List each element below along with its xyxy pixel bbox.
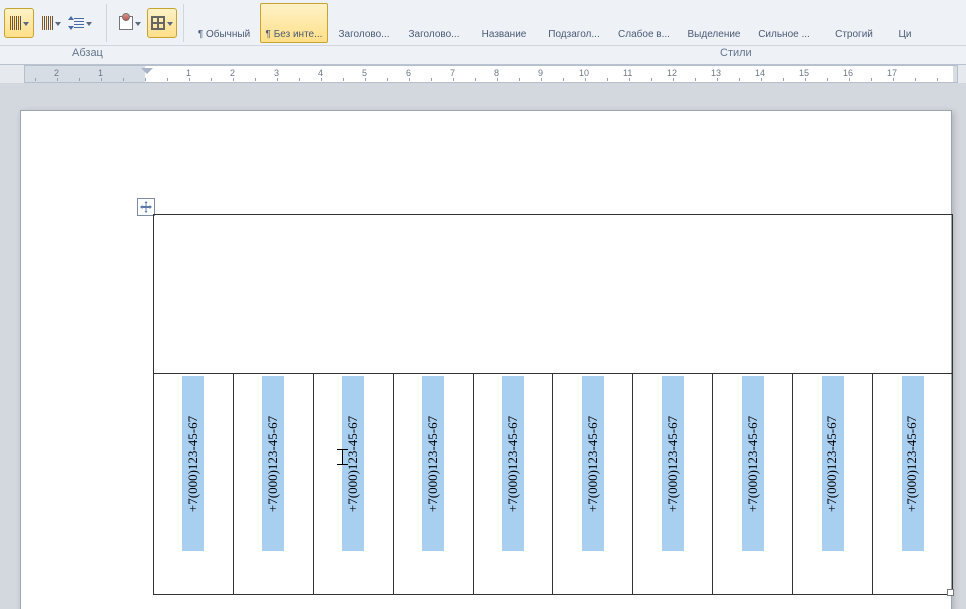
style-quote[interactable]: Ци [890, 3, 920, 43]
ruler-tick: 7 [450, 68, 455, 78]
phone-text: +7(000)123-45-67 [425, 415, 441, 511]
ruler-tick: 8 [494, 68, 499, 78]
phone-highlight[interactable]: +7(000)123-45-67 [422, 376, 444, 551]
ribbon: ¶ Обычный ¶ Без инте... Заголово... Заго… [0, 0, 966, 46]
style-label: Подзагол... [542, 29, 606, 40]
phone-text: +7(000)123-45-67 [585, 415, 601, 511]
ruler-tick: 12 [667, 68, 677, 78]
table-phone-cell[interactable]: +7(000)123-45-67 [233, 374, 313, 595]
phone-highlight[interactable]: +7(000)123-45-67 [182, 376, 204, 551]
style-subtle-emphasis[interactable]: Слабое в... [610, 3, 678, 43]
table-phone-cell[interactable]: +7(000)123-45-67 [633, 374, 713, 595]
phone-highlight[interactable]: +7(000)123-45-67 [822, 376, 844, 551]
ruler-tick: 6 [406, 68, 411, 78]
style-label: Слабое в... [612, 29, 676, 40]
table-phone-cell[interactable]: +7(000)123-45-67 [393, 374, 473, 595]
phone-highlight[interactable]: +7(000)123-45-67 [662, 376, 684, 551]
style-heading-2[interactable]: Заголово... [400, 3, 468, 43]
phone-highlight[interactable]: +7(000)123-45-67 [342, 376, 364, 551]
shading-button[interactable] [4, 8, 34, 38]
ruler-tick: 3 [274, 68, 279, 78]
style-strong[interactable]: Строгий [820, 3, 888, 43]
style-label: Заголово... [402, 29, 466, 40]
ruler-tick: 2 [230, 68, 235, 78]
table-phone-cell[interactable]: +7(000)123-45-67 [473, 374, 553, 595]
table-phone-cell[interactable]: +7(000)123-45-67 [713, 374, 793, 595]
fill-color-button[interactable] [115, 8, 145, 38]
ruler-tick: 2 [54, 68, 59, 78]
table-phone-cell[interactable]: +7(000)123-45-67 [313, 374, 393, 595]
style-label: ¶ Обычный [192, 29, 256, 40]
ruler-tick: 9 [538, 68, 543, 78]
ruler-tick: 11 [623, 68, 632, 78]
table-resize-handle[interactable] [947, 589, 954, 596]
move-icon [140, 201, 152, 213]
document-table[interactable]: +7(000)123-45-67 +7(000)123-45-67 +7(000)1… [153, 214, 953, 595]
style-emphasis[interactable]: Выделение [680, 3, 748, 43]
ruler-tick: 17 [887, 68, 897, 78]
table-phone-cell[interactable]: +7(000)123-45-67 [793, 374, 873, 595]
style-label: Ци [890, 29, 920, 40]
table-phone-cell[interactable]: +7(000)123-45-67 [154, 374, 234, 595]
ruler-tick: 1 [186, 68, 191, 78]
paragraph-group-label: Абзац [72, 47, 103, 59]
document-page[interactable]: +7(000)123-45-67 +7(000)123-45-67 +7(000)1… [20, 110, 952, 609]
style-label: ¶ Без инте... [262, 29, 326, 40]
phone-text: +7(000)123-45-67 [745, 415, 761, 511]
ruler-tick: 15 [799, 68, 809, 78]
style-label: Заголово... [332, 29, 396, 40]
phone-text: +7(000)123-45-67 [345, 415, 361, 511]
ruler-corner [0, 65, 24, 83]
phone-text: +7(000)123-45-67 [265, 415, 281, 511]
phone-highlight[interactable]: +7(000)123-45-67 [262, 376, 284, 551]
phone-text: +7(000)123-45-67 [665, 415, 681, 511]
table-phone-row[interactable]: +7(000)123-45-67 +7(000)123-45-67 +7(000)1… [154, 374, 953, 595]
ruler-row: 121234567891011121314151617 [0, 65, 966, 83]
style-heading-1[interactable]: Заголово... [330, 3, 398, 43]
shading-alt-button[interactable] [36, 8, 66, 38]
style-subtitle[interactable]: Подзагол... [540, 3, 608, 43]
group-separator [183, 4, 184, 42]
paragraph-group [0, 4, 177, 42]
styles-group-label: Стили [720, 47, 752, 59]
phone-highlight[interactable]: +7(000)123-45-67 [582, 376, 604, 551]
phone-highlight[interactable]: +7(000)123-45-67 [902, 376, 924, 551]
ruler-ticks: 121234567891011121314151617 [25, 66, 957, 82]
ruler-tick: 16 [843, 68, 853, 78]
ruler-tick: 14 [755, 68, 765, 78]
borders-button[interactable] [147, 8, 177, 38]
horizontal-ruler[interactable]: 121234567891011121314151617 [24, 65, 958, 83]
phone-text: +7(000)123-45-67 [185, 415, 201, 511]
style-label: Строгий [822, 29, 886, 40]
separator [106, 4, 107, 42]
document-viewport: +7(000)123-45-67 +7(000)123-45-67 +7(000)1… [0, 83, 966, 609]
ruler-tick: 10 [579, 68, 589, 78]
ruler-tick: 13 [711, 68, 721, 78]
style-no-spacing[interactable]: ¶ Без инте... [260, 3, 328, 43]
table-phone-cell[interactable]: +7(000)123-45-67 [553, 374, 633, 595]
phone-highlight[interactable]: +7(000)123-45-67 [502, 376, 524, 551]
table-header-row[interactable] [154, 215, 953, 374]
style-title[interactable]: Название [470, 3, 538, 43]
ruler-tick: 1 [98, 68, 103, 78]
phone-text: +7(000)123-45-67 [905, 415, 921, 511]
style-normal[interactable]: ¶ Обычный [190, 3, 258, 43]
ruler-tick: 4 [318, 68, 323, 78]
ribbon-group-labels: Абзац Стили [0, 46, 966, 65]
line-spacing-button[interactable] [68, 8, 98, 38]
phone-text: +7(000)123-45-67 [825, 415, 841, 511]
ruler-tick: 5 [362, 68, 367, 78]
table-phone-cell[interactable]: +7(000)123-45-67 [873, 374, 953, 595]
style-label: Название [472, 29, 536, 40]
phone-text: +7(000)123-45-67 [505, 415, 521, 511]
style-label: Выделение [682, 29, 746, 40]
style-intense-emphasis[interactable]: Сильное ... [750, 3, 818, 43]
style-label: Сильное ... [752, 29, 816, 40]
table-header-cell[interactable] [154, 215, 953, 374]
phone-highlight[interactable]: +7(000)123-45-67 [742, 376, 764, 551]
styles-gallery[interactable]: ¶ Обычный ¶ Без инте... Заголово... Заго… [190, 1, 920, 45]
